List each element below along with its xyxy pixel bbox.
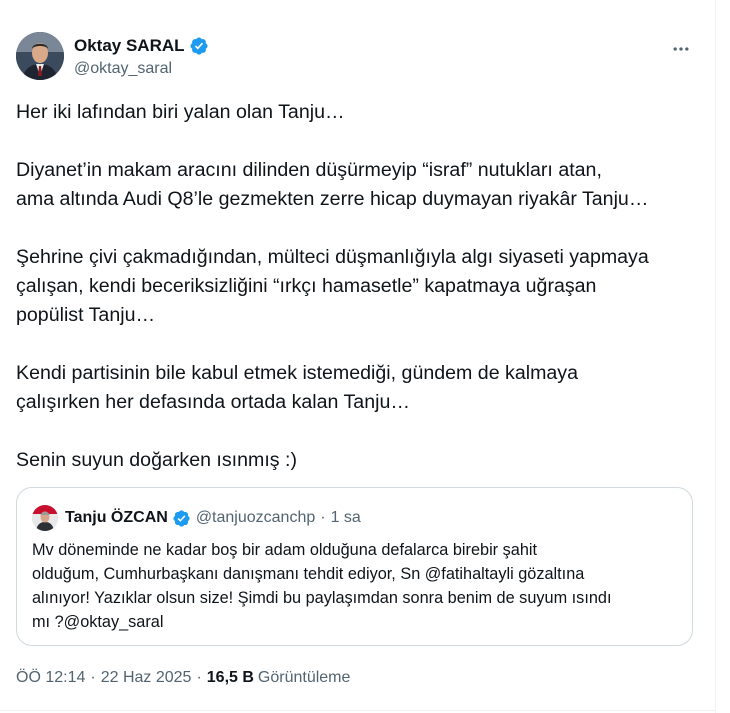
tweet-line: ama altında Audi Q8’le gezmekten zerre h… [16, 188, 649, 210]
tweet-line: Kendi partisinin bile kabul etmek isteme… [16, 362, 578, 384]
meta-separator: · [90, 669, 96, 686]
more-options-button[interactable] [664, 34, 698, 64]
quoted-line: Mv döneminde ne kadar boş bir adam olduğ… [32, 541, 538, 559]
meta-separator: · [196, 669, 202, 686]
quoted-author-name[interactable]: Tanju ÖZCAN [65, 509, 168, 527]
quoted-author-handle[interactable]: @tanjuozcanchp [196, 509, 315, 527]
quoted-tweet-header: Tanju ÖZCAN @tanjuozcanchp · 1 sa [32, 505, 361, 531]
quoted-tweet[interactable]: Tanju ÖZCAN @tanjuozcanchp · 1 sa Mv dön… [16, 487, 693, 646]
tweet-line: Senin suyun doğarken ısınmış :) [16, 449, 297, 471]
tweet-line: Her iki lafından biri yalan olan Tanju… [16, 101, 345, 123]
quoted-separator: · [320, 509, 326, 526]
quoted-line: olduğum, Cumhurbaşkanı danışmanı tehdit … [32, 565, 585, 583]
verified-badge-icon [189, 37, 208, 55]
tweet-line: Diyanet’in makam aracını dilinden düşürm… [16, 159, 602, 181]
quoted-timestamp[interactable]: 1 sa [331, 509, 361, 527]
tweet-time[interactable]: ÖÖ 12:14 [16, 669, 85, 687]
tweet-header: Oktay SARAL @oktay_saral [16, 32, 698, 84]
tweet-line: çalışırken her defasında ortada kalan Ta… [16, 391, 410, 413]
tweet-bottom-border [0, 710, 715, 711]
tweet-date[interactable]: 22 Haz 2025 [101, 669, 192, 687]
author-avatar[interactable] [16, 32, 64, 80]
verified-badge-icon [173, 509, 190, 527]
timeline-right-border [715, 0, 716, 713]
views-label: Görüntüleme [257, 669, 351, 686]
more-options-icon [673, 47, 689, 51]
tweet-line: popülist Tanju… [16, 304, 156, 326]
views-count: 16,5 B [206, 669, 254, 686]
author-name-row: Oktay SARAL [74, 36, 209, 56]
tweet-line: Şehrine çivi çakmadığından, mülteci düşm… [16, 246, 649, 268]
tweet-line: çalışan, kendi beceriksizliğini “ırkçı h… [16, 275, 597, 297]
quoted-tweet-text: Mv döneminde ne kadar boş bir adam olduğ… [32, 538, 682, 634]
quoted-line: mı ?@oktay_saral [32, 613, 164, 631]
quoted-line: alınıyor! Yazıklar olsun size! Şimdi bu … [32, 589, 612, 607]
tweet-meta: ÖÖ 12:14 · 22 Haz 2025 · 16,5 B Görüntül… [16, 669, 350, 687]
author-name[interactable]: Oktay SARAL [74, 36, 185, 56]
quoted-author-avatar[interactable] [32, 505, 58, 531]
tweet-text: Her iki lafından biri yalan olan Tanju… … [16, 98, 706, 475]
author-handle[interactable]: @oktay_saral [74, 60, 172, 78]
